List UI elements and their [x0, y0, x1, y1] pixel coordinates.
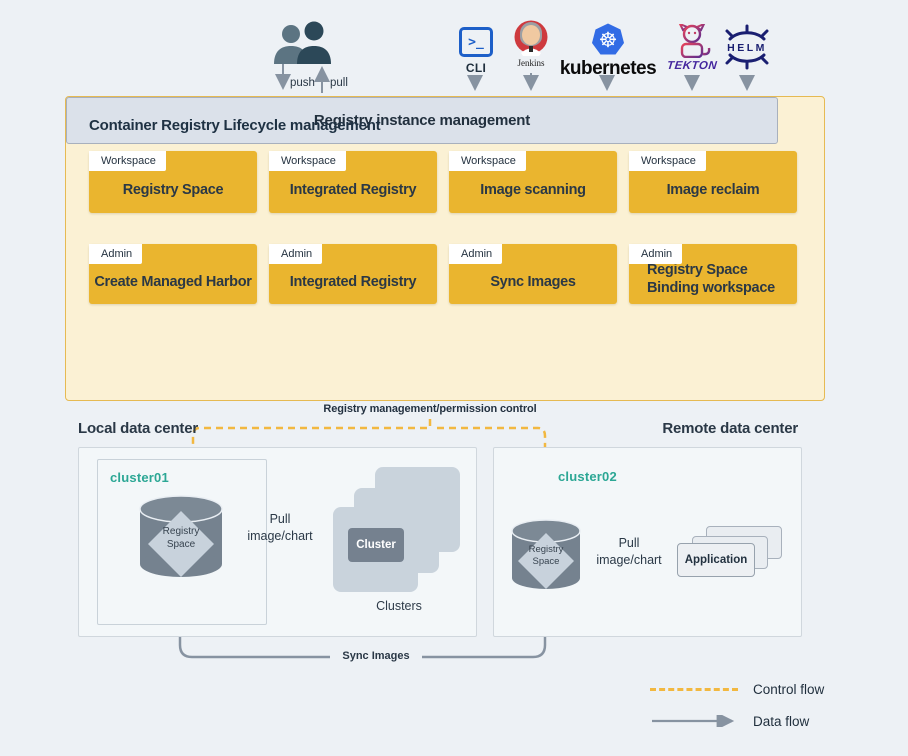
- card-image-scanning: Workspace Image scanning: [449, 151, 617, 213]
- control-flow-line-sample: [650, 688, 738, 691]
- local-registry-label: Registry Space: [149, 526, 213, 551]
- tekton-actor: TEKTON: [667, 24, 717, 72]
- sync-images-label: Sync Images: [330, 648, 422, 664]
- cluster02-label: cluster02: [558, 469, 617, 484]
- remote-dc-heading: Remote data center: [640, 420, 798, 437]
- helm-actor: HELM: [721, 24, 773, 70]
- jenkins-actor: Jenkins: [511, 19, 551, 68]
- pull-label: pull: [330, 77, 348, 89]
- kubernetes-label: kubernetes: [558, 58, 658, 80]
- lifecycle-container: Container Registry Lifecycle management …: [65, 96, 825, 401]
- kubernetes-icon: ☸: [591, 23, 625, 57]
- card-image-reclaim: Workspace Image reclaim: [629, 151, 797, 213]
- local-dc-heading: Local data center: [78, 420, 198, 437]
- tekton-label: TEKTON: [666, 60, 717, 72]
- cli-icon: >_: [459, 27, 493, 57]
- card-tag: Workspace: [449, 151, 526, 171]
- architecture-diagram: push pull >_ CLI Jenkins ☸ kubernetes: [0, 0, 908, 756]
- pull-local-label: Pull image/chart: [243, 511, 317, 545]
- application-label: Application: [685, 554, 748, 566]
- lifecycle-title: Container Registry Lifecycle management: [89, 117, 380, 134]
- card-tag: Admin: [269, 244, 322, 264]
- card-tag: Admin: [89, 244, 142, 264]
- cli-label: CLI: [459, 61, 493, 75]
- card-tag: Admin: [629, 244, 682, 264]
- card-registry-space: Workspace Registry Space: [89, 151, 257, 213]
- jenkins-label: Jenkins: [511, 58, 551, 68]
- push-label: push: [290, 77, 315, 89]
- registry-control-label: Registry management/permission control: [255, 403, 605, 415]
- cli-glyph: >_: [468, 36, 484, 49]
- cluster-chip-label: Cluster: [356, 539, 396, 551]
- application-card: Application: [677, 543, 755, 577]
- remote-registry-label: Registry Space: [516, 544, 576, 568]
- card-sync-images: Admin Sync Images: [449, 244, 617, 304]
- card-tag: Workspace: [629, 151, 706, 171]
- card-registry-space-binding: Admin Registry Space Binding workspace: [629, 244, 797, 304]
- card-tag: Workspace: [269, 151, 346, 171]
- data-flow-line-sample: [650, 715, 745, 727]
- users-icon: [268, 20, 338, 64]
- card-tag: Workspace: [89, 151, 166, 171]
- clusters-caption: Clusters: [359, 599, 439, 613]
- cluster01-label: cluster01: [110, 470, 169, 485]
- users-actor: [268, 20, 338, 64]
- cluster-stack-front: Cluster: [333, 507, 418, 592]
- tekton-icon: [667, 24, 717, 58]
- data-flow-label: Data flow: [753, 714, 809, 729]
- helm-label: HELM: [721, 42, 773, 54]
- control-flow-label: Control flow: [753, 682, 824, 697]
- cli-actor: >_ CLI: [459, 27, 493, 75]
- pull-remote-label: Pull image/chart: [592, 535, 666, 569]
- kubernetes-wheel-glyph: ☸: [591, 23, 625, 57]
- kubernetes-actor: ☸ kubernetes: [558, 23, 658, 80]
- card-tag: Admin: [449, 244, 502, 264]
- card-integrated-registry-ws: Workspace Integrated Registry: [269, 151, 437, 213]
- card-create-managed-harbor: Admin Create Managed Harbor: [89, 244, 257, 304]
- jenkins-icon: [511, 19, 551, 57]
- cluster-chip: Cluster: [348, 528, 404, 562]
- card-integrated-registry-admin: Admin Integrated Registry: [269, 244, 437, 304]
